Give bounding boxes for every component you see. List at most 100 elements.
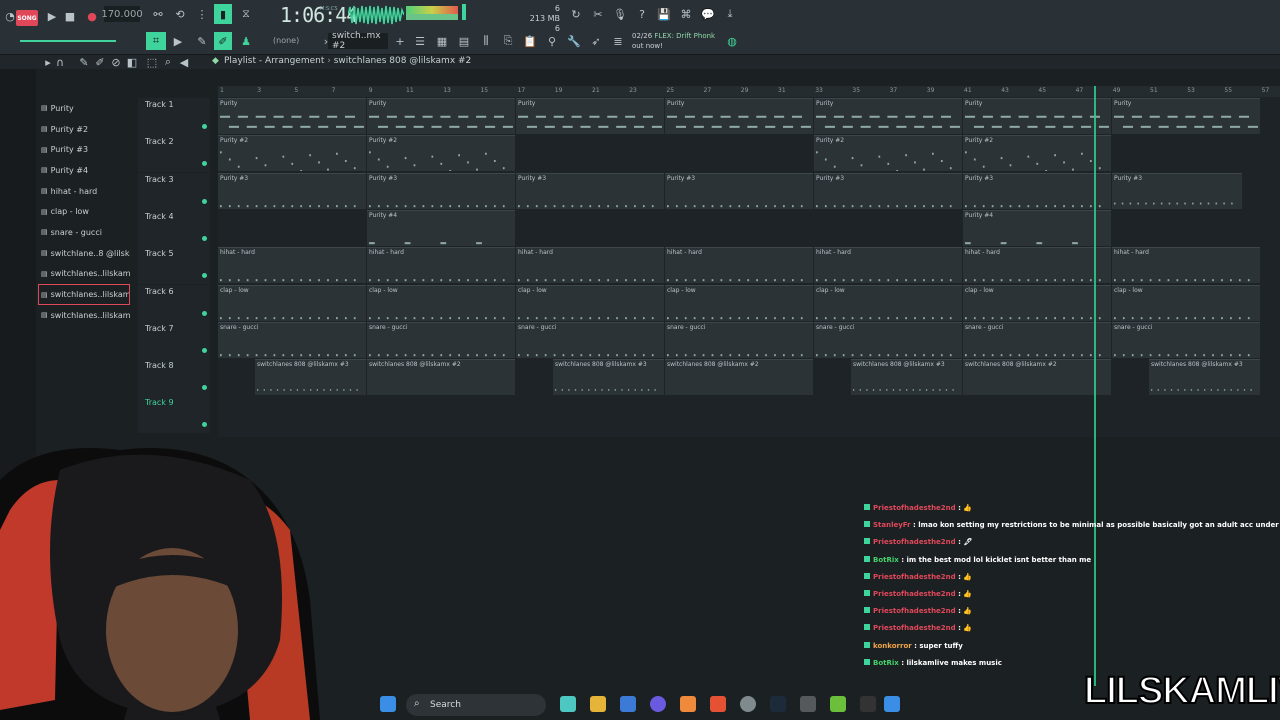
playlist-clip[interactable]: Purity #2 xyxy=(814,135,962,172)
chat-username[interactable]: Priestofhadesthe2nd xyxy=(873,573,956,581)
playlist-clip[interactable]: Purity #3 xyxy=(1112,172,1242,209)
wait-icon[interactable]: ▮ xyxy=(214,4,232,24)
playlist-clip[interactable]: snare - gucci xyxy=(218,321,366,358)
magnet-icon[interactable]: ∩ xyxy=(52,54,68,70)
playlist-clip[interactable]: snare - gucci xyxy=(963,321,1111,358)
taskbar-search[interactable]: ⌕ Search xyxy=(406,694,546,716)
track-mute-led[interactable] xyxy=(202,124,207,129)
track-header[interactable]: Track 9 xyxy=(138,396,210,434)
step-icon[interactable]: ⋮ xyxy=(194,6,210,22)
play-icon[interactable]: ▶ xyxy=(44,8,60,24)
news-icon[interactable]: ≣ xyxy=(610,33,626,49)
discord-icon[interactable] xyxy=(650,696,666,712)
track-mute-led[interactable] xyxy=(202,235,207,241)
delete-tool-icon[interactable]: ⊘ xyxy=(108,54,124,70)
stop-icon[interactable]: ■ xyxy=(62,8,78,24)
playlist-clip[interactable]: Purity xyxy=(218,98,366,134)
windows-start-icon[interactable] xyxy=(380,696,396,712)
playlist-clip[interactable]: clap - low xyxy=(814,284,962,321)
track-mute-led[interactable] xyxy=(202,347,207,353)
paint-tool-icon[interactable]: ✐ xyxy=(92,54,108,70)
track-header[interactable]: Track 1 xyxy=(138,98,210,135)
playlist-clip[interactable]: Purity #2 xyxy=(367,135,515,172)
playlist-clip[interactable]: Purity #4 xyxy=(367,209,515,246)
picker-item[interactable]: ▤ snare - gucci xyxy=(38,222,130,243)
picker-item[interactable]: ▤ hihat - hard xyxy=(38,181,130,202)
file-explorer-icon[interactable] xyxy=(590,696,606,712)
playlist-clip[interactable]: clap - low xyxy=(218,284,366,321)
app2-icon[interactable] xyxy=(830,696,846,712)
chat-username[interactable]: Priestofhadesthe2nd xyxy=(873,538,956,546)
playlist-clip[interactable]: Purity #3 xyxy=(367,172,515,209)
timeline-ruler[interactable]: 1 3 5 7 9 11 13 15 17 19 21 23 25 27 29 31 33 35 37 39 41 43 4… xyxy=(218,86,1280,97)
playlist-clip[interactable]: switchlanes 808 @lilskamx #2 xyxy=(963,359,1111,396)
picker-item[interactable]: ▤switchlanes..lilskamx #2 xyxy=(38,284,130,305)
playlist-clip[interactable]: clap - low xyxy=(963,284,1111,321)
playlist-clip[interactable]: Purity #2 xyxy=(218,135,366,172)
track-header[interactable]: Track 5 xyxy=(138,247,210,285)
brush-icon[interactable]: ✐ xyxy=(214,32,232,50)
playlist-clip[interactable]: Purity xyxy=(814,98,962,134)
wrench-icon[interactable]: 🔧 xyxy=(566,33,582,49)
playlist-clip[interactable]: switchlanes 808 @lilskamx #3 xyxy=(255,359,366,396)
playlist-clip[interactable]: clap - low xyxy=(665,284,813,321)
chat-username[interactable]: Priestofhadesthe2nd xyxy=(873,624,956,632)
stamp-icon[interactable]: ♟ xyxy=(238,33,254,49)
browser-icon[interactable]: ⎘ xyxy=(500,33,516,49)
pattern-selector[interactable]: switch..mx #2 xyxy=(328,31,388,51)
chat-username[interactable]: BotRix xyxy=(873,659,899,667)
store-icon[interactable] xyxy=(620,696,636,712)
playlist-clip[interactable]: clap - low xyxy=(367,284,515,321)
picker-item[interactable]: ▤ Purity #2 xyxy=(38,119,130,140)
playlist-clip[interactable]: hihat - hard xyxy=(516,247,664,284)
playlist-clip[interactable]: Purity #3 xyxy=(665,172,813,209)
chat-icon[interactable]: 💬 xyxy=(700,6,716,22)
news-hint[interactable]: 02/26 FLEX: Drift Phonk out now! xyxy=(632,31,715,51)
playlist-clip[interactable]: clap - low xyxy=(516,284,664,321)
mute-tool-icon[interactable]: ◧ xyxy=(124,54,140,70)
brave-icon[interactable] xyxy=(710,696,726,712)
playlist-clip[interactable]: hihat - hard xyxy=(963,247,1111,284)
zoom-tool-icon[interactable]: ⌕ xyxy=(160,54,176,70)
select-tool-icon[interactable]: ⬚ xyxy=(144,54,160,70)
playlist-clip[interactable]: hihat - hard xyxy=(665,247,813,284)
app3-icon[interactable] xyxy=(884,696,900,712)
obs-icon[interactable] xyxy=(740,696,756,712)
plugin-picker-icon[interactable]: ⚲ xyxy=(544,33,560,49)
loop-record-icon[interactable]: ⟲ xyxy=(172,6,188,22)
mic-icon[interactable]: 🎙 xyxy=(612,6,628,22)
playlist-clip[interactable]: switchlanes 808 @lilskamx #2 xyxy=(367,359,515,396)
playlist-clip[interactable]: Purity #2 xyxy=(963,135,1111,172)
track-header[interactable]: Track 6 xyxy=(138,284,210,322)
piano-roll-icon[interactable]: ▦ xyxy=(434,33,450,49)
playlist-clip[interactable]: snare - gucci xyxy=(367,321,515,358)
playlist-clip[interactable]: switchlanes 808 @lilskamx #3 xyxy=(851,359,962,396)
copilot-icon[interactable] xyxy=(560,696,576,712)
playlist-clip[interactable]: Purity xyxy=(1112,98,1260,134)
playlist-clip[interactable]: hihat - hard xyxy=(367,247,515,284)
record-icon[interactable]: ● xyxy=(84,8,100,24)
4k-icon[interactable] xyxy=(860,696,876,712)
playlist-clip[interactable]: snare - gucci xyxy=(1112,321,1260,358)
playlist-clip[interactable]: hihat - hard xyxy=(814,247,962,284)
tempo-tap-icon[interactable]: ➶ xyxy=(588,33,604,49)
playlist-clip[interactable]: clap - low xyxy=(1112,284,1260,321)
track-header[interactable]: Track 3 xyxy=(138,172,210,210)
clipboard-icon[interactable]: 📋 xyxy=(522,33,538,49)
picker-item[interactable]: ▤ clap - low xyxy=(38,201,130,222)
playlist-clip[interactable]: snare - gucci xyxy=(814,321,962,358)
snap-selector[interactable]: (none) xyxy=(273,36,299,45)
picker-item[interactable]: ▤switchlanes..lilskamx #3 xyxy=(38,264,130,285)
track-mute-led[interactable] xyxy=(202,422,207,428)
master-volume-slider[interactable] xyxy=(462,4,466,20)
chat-username[interactable]: StanleyFr xyxy=(873,521,911,529)
track-mute-led[interactable] xyxy=(202,273,207,279)
playlist-clip[interactable]: switchlanes 808 @lilskamx #3 xyxy=(553,359,664,396)
app-icon[interactable] xyxy=(800,696,816,712)
download-icon[interactable]: ⤓ xyxy=(722,6,738,22)
channel-rack-icon[interactable]: ▤ xyxy=(456,33,472,49)
playlist-clip[interactable]: switchlanes 808 @lilskamx #2 xyxy=(665,359,813,396)
chat-username[interactable]: konkorror xyxy=(873,642,912,650)
track-mute-led[interactable] xyxy=(202,161,207,167)
track-mute-led[interactable] xyxy=(202,310,207,316)
